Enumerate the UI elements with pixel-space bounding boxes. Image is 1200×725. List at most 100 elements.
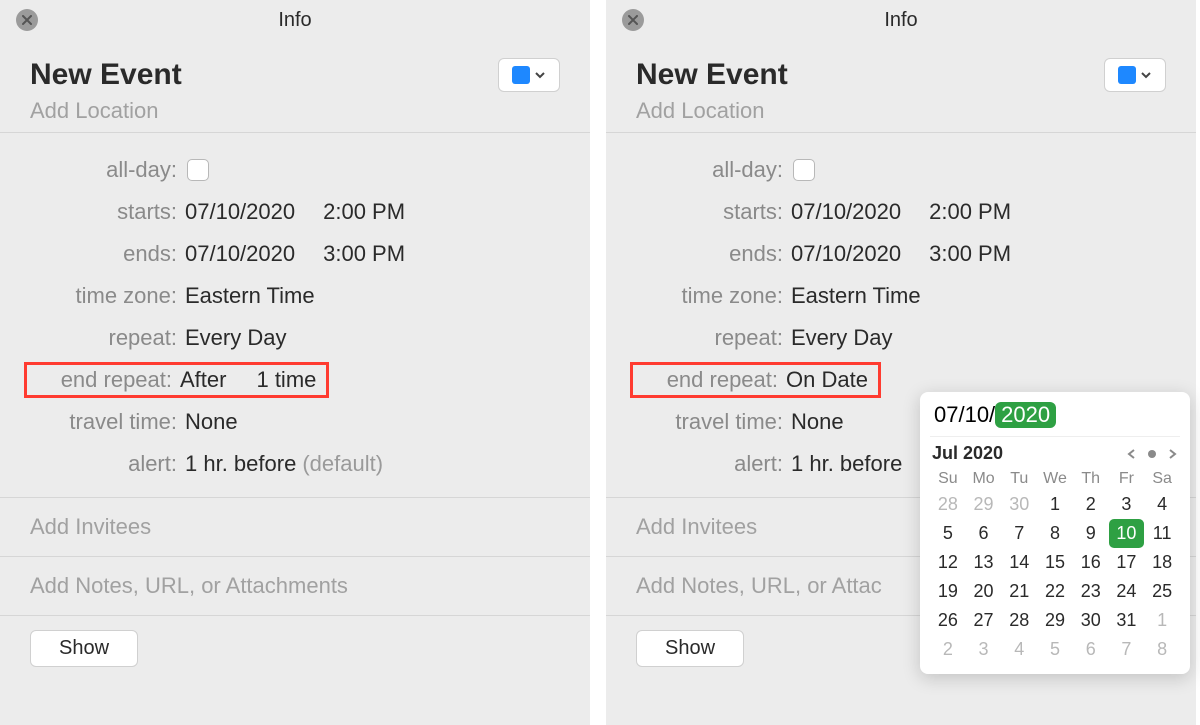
- travel-value[interactable]: None: [791, 409, 844, 435]
- calendar-day[interactable]: 5: [1037, 635, 1073, 664]
- calendar-day[interactable]: 30: [1001, 490, 1037, 519]
- alert-row[interactable]: alert: 1 hr. before (default): [30, 443, 560, 485]
- calendar-day[interactable]: 10: [1109, 519, 1145, 548]
- calendar-day[interactable]: 22: [1037, 577, 1073, 606]
- calendar-day[interactable]: 29: [1037, 606, 1073, 635]
- end-repeat-highlight: end repeat: On Date: [630, 362, 881, 398]
- ends-time[interactable]: 3:00 PM: [929, 241, 1029, 267]
- calendar-day[interactable]: 28: [1001, 606, 1037, 635]
- add-invitees[interactable]: Add Invitees: [0, 498, 590, 556]
- close-icon[interactable]: [16, 9, 38, 31]
- event-title[interactable]: New Event: [30, 58, 560, 92]
- event-title[interactable]: New Event: [636, 58, 1166, 92]
- calendar-day[interactable]: 16: [1073, 548, 1109, 577]
- end-repeat-count[interactable]: 1 time: [256, 367, 316, 393]
- add-notes[interactable]: Add Notes, URL, or Attachments: [0, 557, 590, 615]
- calendar-day[interactable]: 27: [966, 606, 1002, 635]
- end-repeat-row[interactable]: end repeat: After 1 time: [30, 359, 560, 401]
- calendar-day[interactable]: 28: [930, 490, 966, 519]
- close-icon[interactable]: [622, 9, 644, 31]
- calendar-day[interactable]: 1: [1144, 606, 1180, 635]
- allday-checkbox[interactable]: [793, 159, 815, 181]
- calendar-day[interactable]: 31: [1109, 606, 1145, 635]
- calendar-day[interactable]: 3: [1109, 490, 1145, 519]
- show-button[interactable]: Show: [30, 630, 138, 667]
- starts-date[interactable]: 07/10/2020: [185, 199, 295, 225]
- starts-row[interactable]: starts: 07/10/2020 2:00 PM: [636, 191, 1166, 233]
- ends-row[interactable]: ends: 07/10/2020 3:00 PM: [30, 233, 560, 275]
- calendar-day[interactable]: 6: [1073, 635, 1109, 664]
- add-notes[interactable]: Add Notes, URL, or Attac: [606, 557, 906, 615]
- calendar-day[interactable]: 11: [1144, 519, 1180, 548]
- calendar-day[interactable]: 13: [966, 548, 1002, 577]
- timezone-value[interactable]: Eastern Time: [791, 283, 921, 309]
- starts-label: starts:: [636, 199, 791, 225]
- date-text-input[interactable]: 07/10/2020: [930, 400, 1180, 437]
- show-button[interactable]: Show: [636, 630, 744, 667]
- calendar-day[interactable]: 12: [930, 548, 966, 577]
- next-month-icon[interactable]: [1166, 448, 1178, 460]
- travel-row[interactable]: travel time: None: [30, 401, 560, 443]
- end-repeat-highlight: end repeat: After 1 time: [24, 362, 329, 398]
- ends-time[interactable]: 3:00 PM: [323, 241, 423, 267]
- repeat-value[interactable]: Every Day: [185, 325, 286, 351]
- calendar-color-picker[interactable]: [498, 58, 560, 92]
- calendar-day[interactable]: 4: [1144, 490, 1180, 519]
- calendar-day[interactable]: 30: [1073, 606, 1109, 635]
- calendar-day[interactable]: 2: [930, 635, 966, 664]
- alert-value[interactable]: 1 hr. before: [185, 451, 296, 477]
- calendar-day[interactable]: 7: [1001, 519, 1037, 548]
- calendar-day[interactable]: 9: [1073, 519, 1109, 548]
- add-location-placeholder[interactable]: Add Location: [30, 98, 560, 124]
- calendar-day[interactable]: 25: [1144, 577, 1180, 606]
- calendar-day[interactable]: 6: [966, 519, 1002, 548]
- calendar-day[interactable]: 4: [1001, 635, 1037, 664]
- ends-row[interactable]: ends: 07/10/2020 3:00 PM: [636, 233, 1166, 275]
- starts-time[interactable]: 2:00 PM: [929, 199, 1029, 225]
- calendar-day[interactable]: 29: [966, 490, 1002, 519]
- calendar-day[interactable]: 3: [966, 635, 1002, 664]
- repeat-label: repeat:: [636, 325, 791, 351]
- header: New Event Add Location: [606, 40, 1196, 132]
- alert-value[interactable]: 1 hr. before: [791, 451, 902, 477]
- end-repeat-mode[interactable]: On Date: [786, 367, 868, 393]
- calendar-day[interactable]: 19: [930, 577, 966, 606]
- timezone-row[interactable]: time zone: Eastern Time: [30, 275, 560, 317]
- starts-time[interactable]: 2:00 PM: [323, 199, 423, 225]
- allday-checkbox[interactable]: [187, 159, 209, 181]
- today-dot-icon[interactable]: [1148, 450, 1156, 458]
- titlebar: Info: [0, 0, 590, 40]
- calendar-day[interactable]: 2: [1073, 490, 1109, 519]
- calendar-day[interactable]: 14: [1001, 548, 1037, 577]
- calendar-day[interactable]: 26: [930, 606, 966, 635]
- prev-month-icon[interactable]: [1126, 448, 1138, 460]
- calendar-day[interactable]: 23: [1073, 577, 1109, 606]
- add-location-placeholder[interactable]: Add Location: [636, 98, 1166, 124]
- ends-date[interactable]: 07/10/2020: [185, 241, 295, 267]
- calendar-day[interactable]: 18: [1144, 548, 1180, 577]
- calendar-day[interactable]: 1: [1037, 490, 1073, 519]
- allday-label: all-day:: [30, 157, 185, 183]
- calendar-day[interactable]: 15: [1037, 548, 1073, 577]
- timezone-value[interactable]: Eastern Time: [185, 283, 315, 309]
- calendar-day[interactable]: 8: [1144, 635, 1180, 664]
- calendar-day[interactable]: 24: [1109, 577, 1145, 606]
- starts-date[interactable]: 07/10/2020: [791, 199, 901, 225]
- ends-date[interactable]: 07/10/2020: [791, 241, 901, 267]
- calendar-day[interactable]: 5: [930, 519, 966, 548]
- repeat-row[interactable]: repeat: Every Day: [30, 317, 560, 359]
- calendar-day[interactable]: 17: [1109, 548, 1145, 577]
- timezone-row[interactable]: time zone: Eastern Time: [636, 275, 1166, 317]
- travel-value[interactable]: None: [185, 409, 238, 435]
- calendar-day[interactable]: 7: [1109, 635, 1145, 664]
- starts-row[interactable]: starts: 07/10/2020 2:00 PM: [30, 191, 560, 233]
- end-repeat-mode[interactable]: After: [180, 367, 226, 393]
- date-year-selected[interactable]: 2020: [995, 402, 1056, 428]
- repeat-row[interactable]: repeat: Every Day: [636, 317, 1166, 359]
- repeat-value[interactable]: Every Day: [791, 325, 892, 351]
- calendar-week: 19202122232425: [930, 577, 1180, 606]
- calendar-day[interactable]: 20: [966, 577, 1002, 606]
- calendar-day[interactable]: 8: [1037, 519, 1073, 548]
- calendar-color-picker[interactable]: [1104, 58, 1166, 92]
- calendar-day[interactable]: 21: [1001, 577, 1037, 606]
